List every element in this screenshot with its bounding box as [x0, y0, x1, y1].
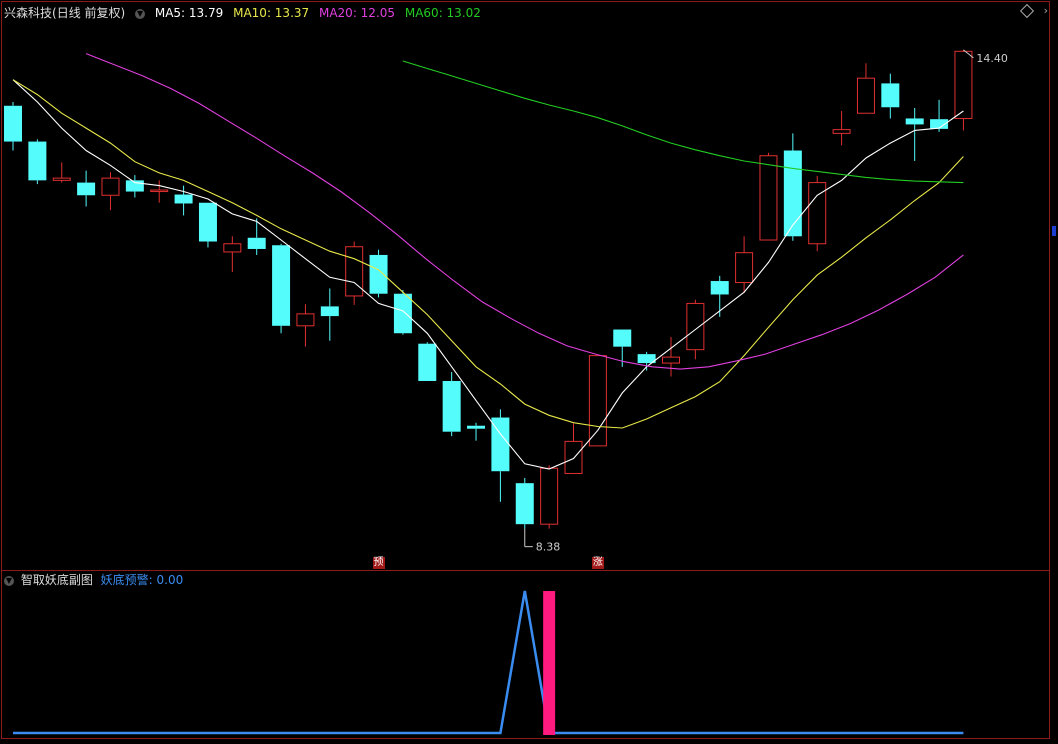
warning-line	[13, 590, 964, 735]
low-price-label: 8.38	[536, 541, 561, 554]
candle-body-down	[174, 194, 193, 204]
ma60-label: MA60: 13.02	[404, 6, 481, 20]
indicator-label: 妖底预警: 0.00	[100, 573, 184, 587]
candle-body-down	[442, 380, 461, 432]
signal-marker-yu: 预	[372, 557, 385, 569]
candlestick-chart[interactable]: 14.40 8.38	[0, 0, 1058, 740]
chart-period: (日线 前复权)	[52, 6, 126, 20]
candle-body-down	[881, 83, 900, 108]
candle-body-up	[101, 177, 120, 196]
ma60-line	[402, 60, 964, 184]
candle-body-down	[320, 306, 339, 317]
candle-body-up	[759, 155, 778, 241]
ma10-label: MA10: 13.37	[233, 6, 310, 20]
signal-bar	[543, 591, 556, 735]
candle-body-down	[4, 105, 22, 142]
candle-body-down	[783, 150, 802, 237]
candle-body-up	[661, 356, 680, 364]
candle-body-down	[418, 343, 437, 381]
candle-body-up	[735, 252, 754, 284]
candle-body-up	[296, 313, 315, 327]
candle-body-up	[564, 440, 583, 474]
candle-body-down	[198, 202, 217, 242]
candle-body-down	[467, 425, 486, 429]
candle-body-down	[369, 254, 388, 294]
sub-panel-title: 智取妖底副图	[20, 573, 93, 587]
high-price-label: 14.40	[976, 52, 1008, 65]
ma5-label: MA5: 13.79	[154, 6, 224, 20]
candle-body-up	[832, 129, 851, 134]
candle-body-up	[150, 189, 169, 193]
candle-body-down	[77, 182, 96, 196]
chevron-down-icon[interactable]: ▼	[4, 575, 14, 586]
outer-frame	[1, 1, 1050, 739]
candle-body-up	[223, 243, 242, 253]
candle-body-up	[345, 246, 364, 297]
candle-body-down	[710, 281, 729, 295]
candle-body-down	[28, 141, 47, 181]
candle-body-up	[540, 467, 559, 525]
stock-name: 兴森科技	[4, 6, 53, 20]
signal-marker-zhang: 涨	[591, 557, 604, 569]
ma5-line	[12, 79, 964, 470]
candle-body-up	[686, 302, 705, 351]
candle-body-up	[954, 50, 973, 119]
candle-body-down	[272, 245, 291, 326]
candle-body-down	[247, 237, 266, 249]
scroll-right-icon[interactable]: ›	[1044, 4, 1048, 17]
candle-body-down	[613, 329, 632, 347]
chevron-down-icon[interactable]: ▼	[135, 8, 146, 19]
ma20-label: MA20: 12.05	[318, 6, 396, 20]
edge-marker	[1052, 226, 1056, 236]
candle-body-down	[905, 118, 924, 125]
sub-panel-header: ▼ 智取妖底副图 妖底预警: 0.00	[4, 571, 183, 588]
candle-body-down	[393, 293, 412, 334]
candle-body-down	[515, 483, 534, 525]
ma20-line	[85, 53, 964, 370]
chart-frame: 14.40 8.38	[0, 0, 1058, 740]
main-header: 兴森科技(日线 前复权) ▼ MA5: 13.79 MA10: 13.37 MA…	[4, 4, 487, 21]
candle-body-up	[856, 77, 875, 114]
candle-body-up	[52, 177, 71, 181]
candle-body-up	[588, 355, 607, 447]
ma10-line	[12, 79, 964, 429]
